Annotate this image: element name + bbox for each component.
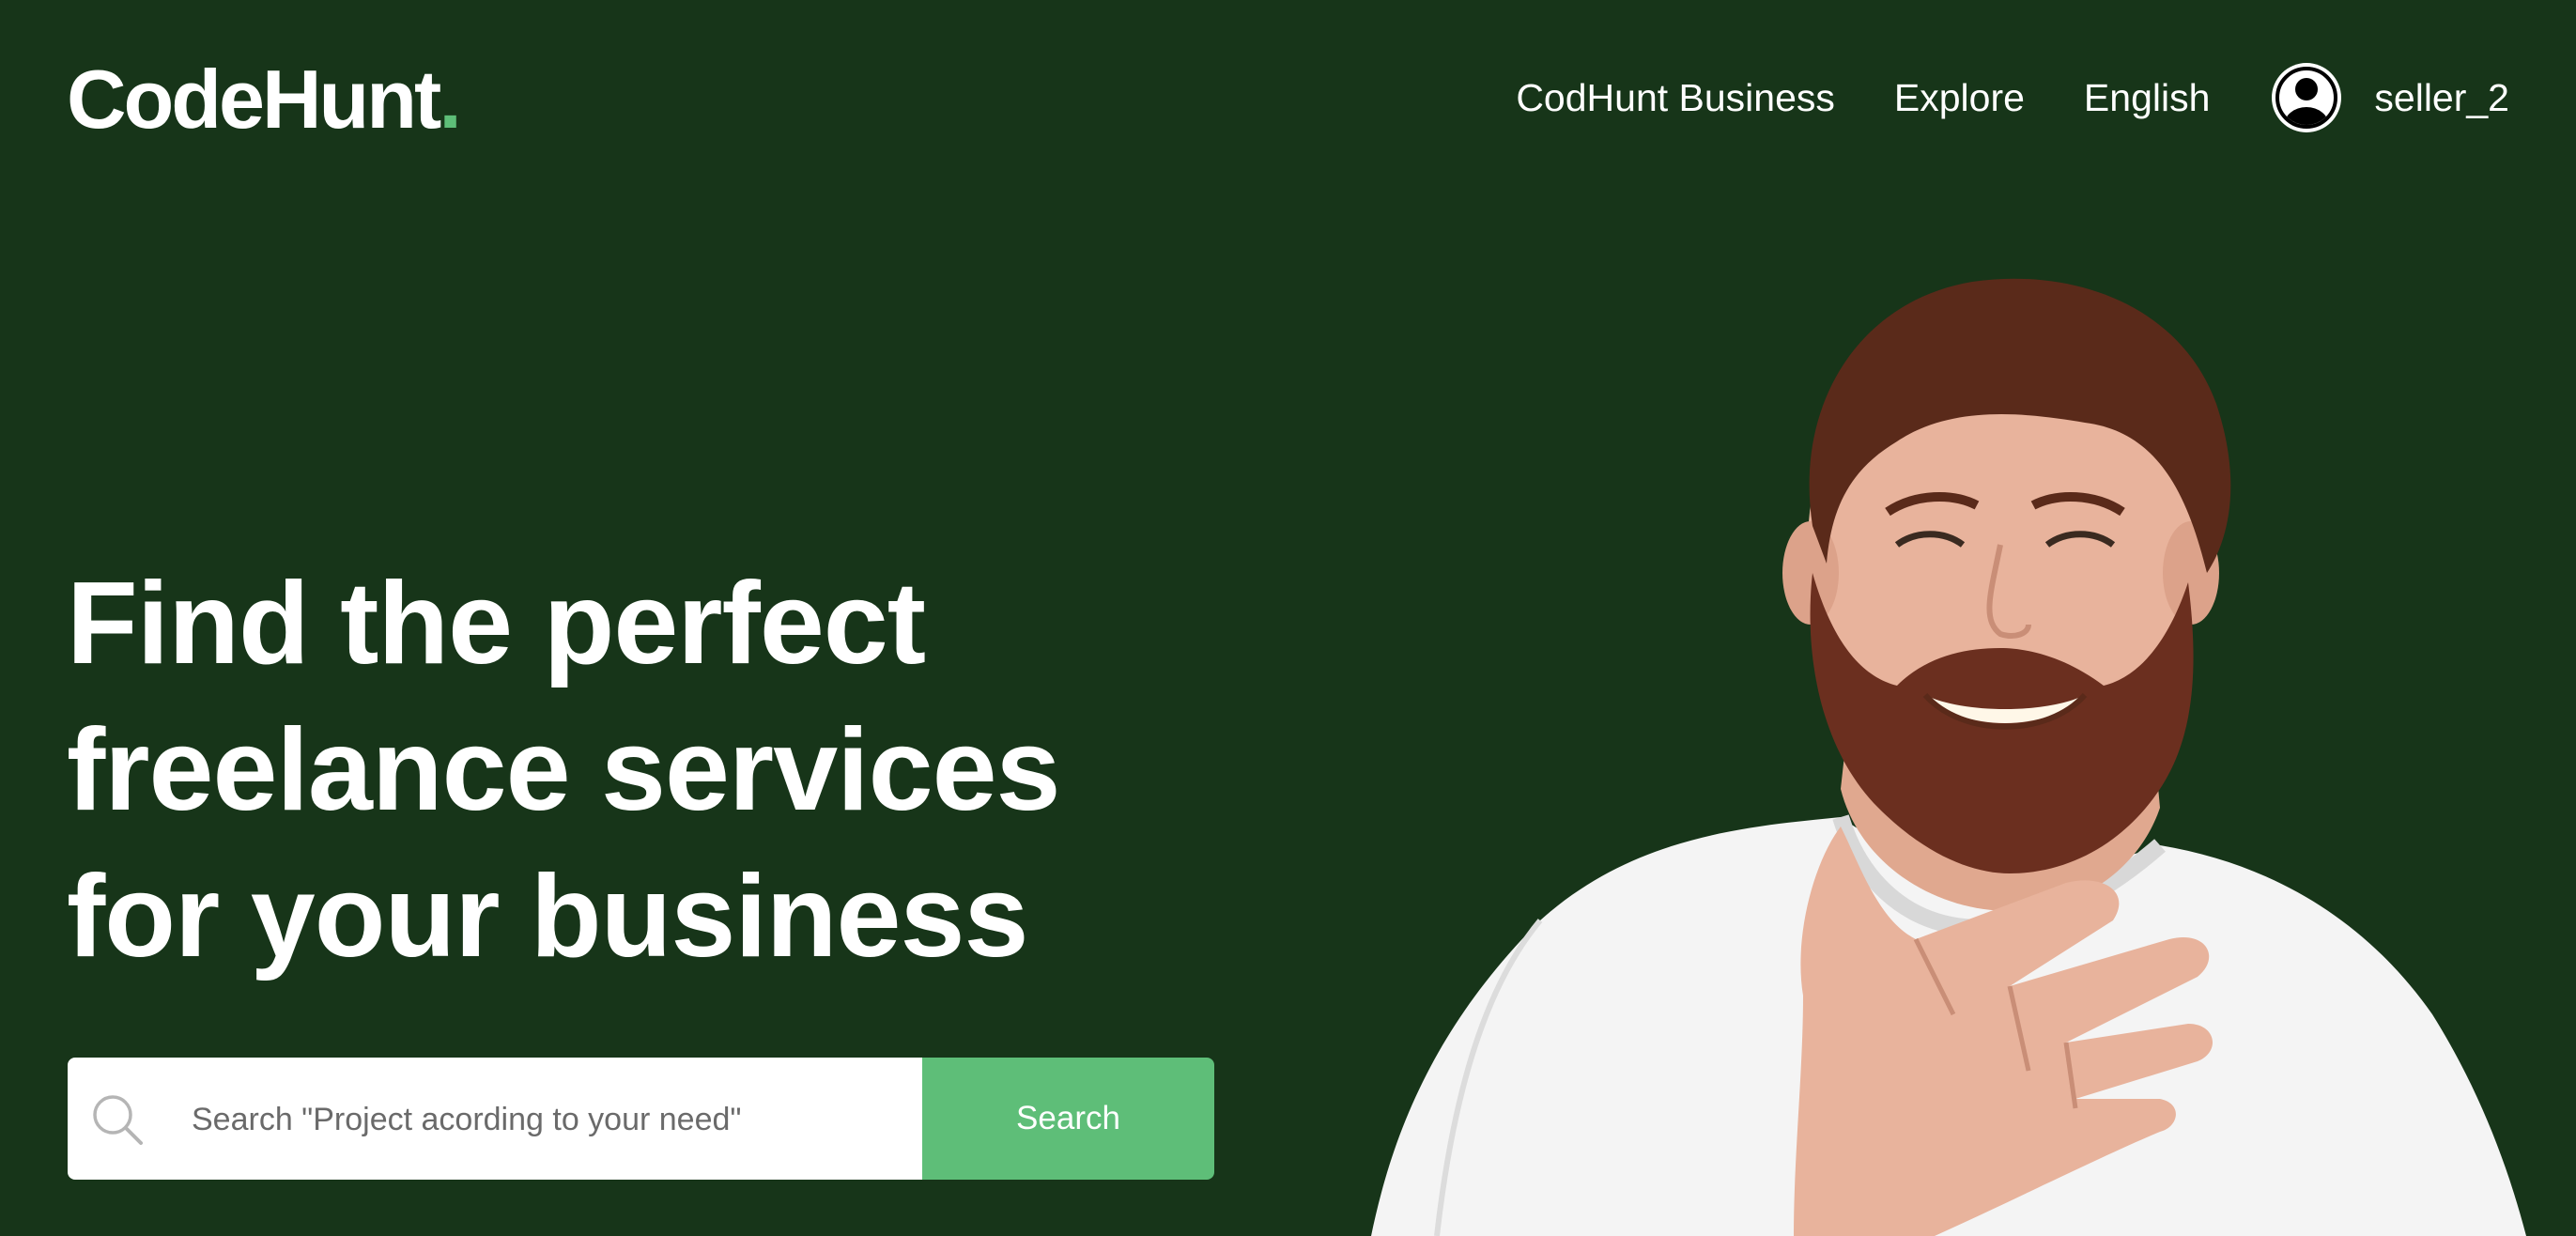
brand-dot: . [439, 53, 462, 146]
search-field-wrapper [68, 1058, 922, 1180]
nav-explore-link[interactable]: Explore [1894, 76, 2025, 120]
landing-page: CodeHunt. CodHunt Business Explore Engli… [0, 0, 2576, 1236]
search-input[interactable] [190, 1058, 907, 1180]
headline-line-2: freelance services [67, 705, 1061, 835]
brand-name: CodeHunt [67, 53, 441, 146]
username-label: seller_2 [2374, 75, 2509, 119]
hero-search-bar: Search [68, 1058, 1214, 1180]
hero-person-image [1371, 278, 2526, 1236]
top-nav: CodHunt Business Explore English seller_… [1516, 53, 2509, 143]
headline-line-1: Find the perfect [67, 559, 926, 688]
user-avatar-icon [2272, 63, 2342, 132]
nav-business-link[interactable]: CodHunt Business [1516, 76, 1835, 120]
search-icon [93, 1095, 143, 1145]
nav-language-link[interactable]: English [2084, 76, 2210, 120]
headline-line-3: for your business [67, 852, 1028, 981]
search-button[interactable]: Search [922, 1058, 1214, 1180]
user-menu[interactable]: seller_2 [2269, 60, 2509, 135]
brand-logo[interactable]: CodeHunt. [67, 49, 462, 150]
hero-headline: Find the perfect freelance services for … [67, 550, 1288, 990]
